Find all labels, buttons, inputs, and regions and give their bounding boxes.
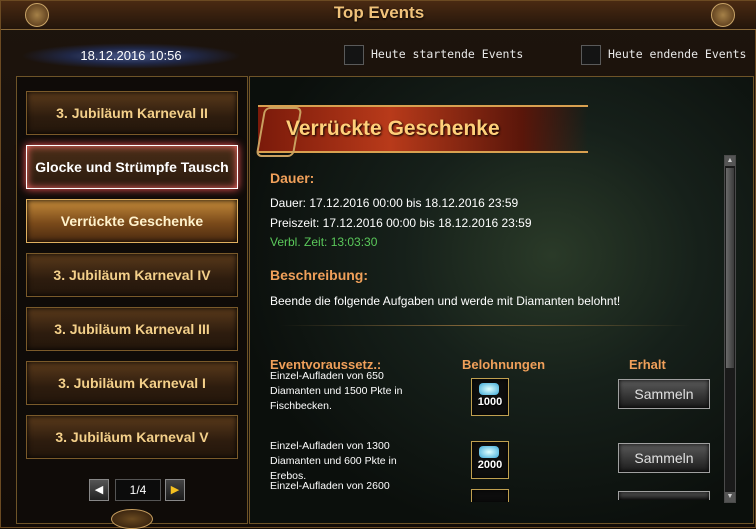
detail-scrollbar[interactable]: ▲ ▼ (724, 155, 736, 503)
event-detail-panel: Verrückte Geschenke Dauer: Dauer: 17.12.… (249, 76, 754, 524)
event-list-item[interactable]: 3. Jubiläum Karneval II (26, 91, 238, 135)
collect-button[interactable] (618, 491, 710, 500)
duration-text: Dauer: 17.12.2016 00:00 bis 18.12.2016 2… (270, 196, 519, 210)
event-list-item[interactable]: Glocke und Strümpfe Tausch (26, 145, 238, 189)
window-title: Top Events (333, 3, 425, 22)
remaining-time: Verbl. Zeit: 13:03:30 (270, 235, 378, 249)
prev-page-button[interactable]: ◀ (89, 479, 109, 501)
reward-slot[interactable]: 2000 (471, 441, 509, 479)
event-title: Verrückte Geschenke (286, 117, 500, 140)
filter-ending-label: Heute endende Events (608, 47, 747, 61)
bottom-ornament-icon (111, 509, 153, 529)
scroll-up-icon[interactable]: ▲ (725, 156, 735, 166)
description-text: Beende die folgende Aufgaben und werde m… (270, 294, 621, 308)
event-list-panel: 3. Jubiläum Karneval II Glocke und Strüm… (16, 76, 248, 524)
collect-button[interactable]: Sammeln (618, 443, 710, 473)
server-datetime: 18.12.2016 10:56 (21, 43, 241, 69)
reward-amount: 1000 (477, 396, 503, 408)
reward-slot[interactable]: 1000 (471, 378, 509, 416)
filter-ending-checkbox[interactable] (581, 45, 601, 65)
event-title-banner: Verrückte Geschenke (255, 105, 588, 157)
title-bar: Top Events (1, 1, 756, 30)
reward-amount: 2000 (477, 459, 503, 471)
task-requirement: Einzel-Aufladen von 650 Diamanten und 15… (270, 370, 403, 412)
filter-starting-label: Heute startende Events (371, 47, 524, 61)
event-list-item[interactable]: 3. Jubiläum Karneval I (26, 361, 238, 405)
collect-button[interactable]: Sammeln (618, 379, 710, 409)
obtained-column-header: Erhalt (629, 357, 666, 372)
section-divider (280, 325, 690, 326)
event-list-item[interactable]: 3. Jubiläum Karneval III (26, 307, 238, 351)
reward-slot[interactable] (471, 489, 509, 502)
task-requirement: Einzel-Aufladen von 2600 (270, 480, 390, 492)
description-heading: Beschreibung: (270, 267, 369, 283)
duration-heading: Dauer: (270, 170, 315, 186)
diamond-icon (479, 383, 499, 395)
scroll-down-icon[interactable]: ▼ (725, 492, 735, 502)
reward-period-text: Preiszeit: 17.12.2016 00:00 bis 18.12.20… (270, 216, 532, 230)
filter-starting-checkbox[interactable] (344, 45, 364, 65)
event-list-item[interactable]: Verrückte Geschenke (26, 199, 238, 243)
page-indicator: 1/4 (115, 479, 161, 501)
event-list-item[interactable]: 3. Jubiläum Karneval V (26, 415, 238, 459)
event-list-item[interactable]: 3. Jubiläum Karneval IV (26, 253, 238, 297)
events-window: Top Events 18.12.2016 10:56 Heute starte… (0, 0, 756, 529)
rewards-column-header: Belohnungen (462, 357, 546, 372)
scroll-thumb[interactable] (726, 168, 734, 368)
next-page-button[interactable]: ▶ (165, 479, 185, 501)
diamond-icon (479, 446, 499, 458)
filter-toolbar: 18.12.2016 10:56 Heute startende Events … (1, 31, 756, 75)
task-requirement: Einzel-Aufladen von 1300 Diamanten und 6… (270, 440, 397, 482)
